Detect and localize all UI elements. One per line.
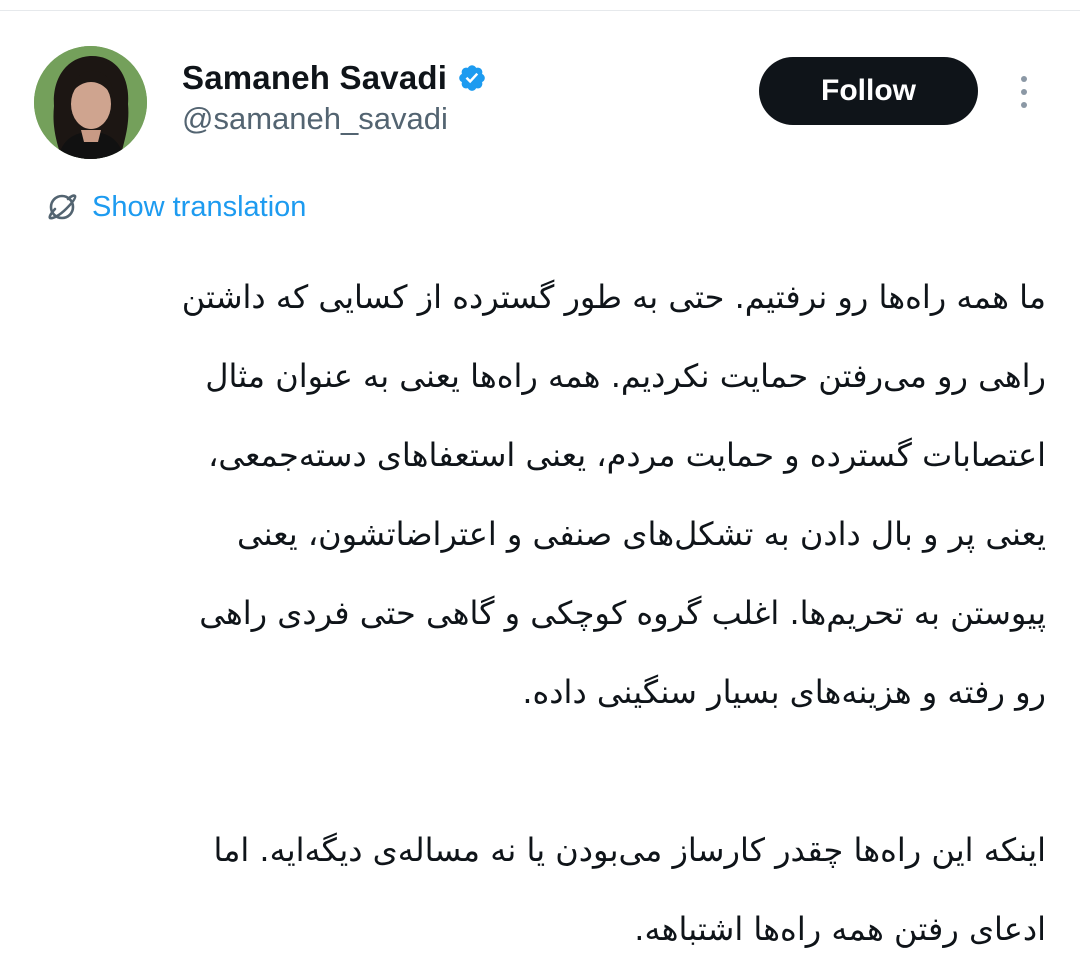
tweet-line: راهی رو می‌رفتن حمایت نکردیم. همه راه‌ها… [205,357,1046,395]
show-translation-label: Show translation [92,190,307,223]
tweet-line: رو رفته و هزینه‌های بسیار سنگینی داده. [522,673,1046,711]
tweet-line: اینکه این راه‌ها چقدر کارساز می‌بودن یا … [213,831,1046,869]
translate-globe-icon [46,191,78,223]
more-options-button[interactable] [1006,66,1042,118]
more-vertical-icon [1021,76,1027,82]
tweet-line: پیوستن به تحریم‌ها. اغلب گروه کوچکی و گا… [199,594,1046,632]
tweet-line: اعتصابات گسترده و حمایت مردم، یعنی استعف… [208,436,1046,474]
follow-button[interactable]: Follow [759,57,978,125]
more-vertical-icon-dot [1021,89,1027,95]
author-display-name[interactable]: Samaneh Savadi [182,59,447,97]
show-translation-link[interactable]: Show translation [46,186,306,228]
tweet-line: ما همه راه‌ها رو نرفتیم. حتی به طور گستر… [181,278,1046,316]
author-handle[interactable]: @samaneh_savadi [182,101,448,137]
tweet-text: ما همه راه‌ها رو نرفتیم. حتی به طور گستر… [30,262,1046,973]
more-vertical-icon-dot [1021,102,1027,108]
avatar-image [34,46,147,159]
tweet-line: یعنی پر و بال دادن به تشکل‌های صنفی و اع… [236,515,1046,553]
avatar[interactable] [34,46,147,159]
verified-badge-icon [457,63,487,93]
top-divider [0,10,1080,11]
author-name-row: Samaneh Savadi [182,56,487,100]
tweet-line: ادعای رفتن همه راه‌ها اشتباهه. [634,910,1046,948]
